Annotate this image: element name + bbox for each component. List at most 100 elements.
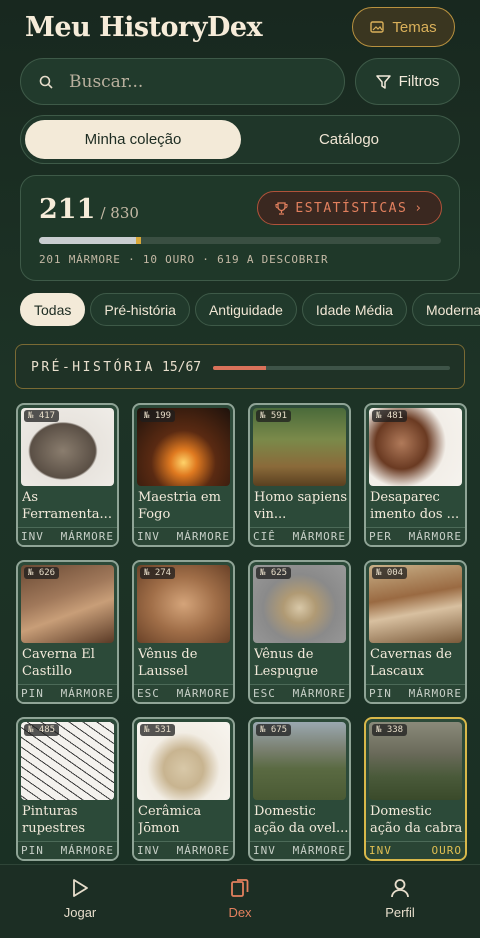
card-title: Vênus de Laussel [138,647,198,679]
card-tier: MÁRMORE [292,844,346,857]
card-footer: CIÊ MÁRMORE [250,527,349,545]
card-number: № 417 [24,410,60,422]
card-number: № 675 [256,724,292,736]
card-tier: MÁRMORE [60,687,114,700]
collection-card[interactable]: № 531 Cerâmica Jōmon INV MÁRMORE [132,717,235,861]
chip-prehistory[interactable]: Pré-história [90,293,190,326]
collection-card[interactable]: № 417 As Ferramenta... INV MÁRMORE [16,403,119,547]
collection-count: 211 / 830 [39,194,139,225]
chip-modern[interactable]: Moderna [411,293,480,326]
page-title: Meu HistoryDex [25,12,263,43]
card-category: INV [137,530,160,543]
collection-card[interactable]: № 625 Vênus de Lespugue ESC MÁRMORE [248,560,351,704]
card-title: Caverna El Castillo [22,647,95,679]
themes-button[interactable]: Temas [352,7,455,47]
card-tier: MÁRMORE [60,530,114,543]
card-number: № 485 [24,724,60,736]
nav-play[interactable]: Jogar [20,877,140,920]
card-tier: MÁRMORE [176,687,230,700]
card-footer: INV OURO [366,841,465,859]
nav-dex[interactable]: Dex [180,877,300,920]
collection-card[interactable]: № 481 Desaparec imento dos ... PER MÁRMORE [364,403,467,547]
card-tier: MÁRMORE [176,844,230,857]
card-title: Homo sapiens vin... [254,490,348,522]
card-footer: INV MÁRMORE [18,527,117,545]
filters-button[interactable]: Filtros [355,58,460,105]
card-category: INV [369,844,392,857]
card-footer: PIN MÁRMORE [18,684,117,702]
collection-card[interactable]: № 626 Caverna El Castillo PIN MÁRMORE [16,560,119,704]
collection-card[interactable]: № 675 Domestic ação da ovel... INV MÁRMORE [248,717,351,861]
card-tier: MÁRMORE [408,530,462,543]
card-category: PIN [21,844,44,857]
collected-count: 211 [39,194,96,225]
filters-button-label: Filtros [398,73,440,90]
card-footer: PER MÁRMORE [366,527,465,545]
era-count: 15/67 [162,360,202,375]
card-title: Domestic ação da ovel... [254,804,349,836]
card-footer: INV MÁRMORE [134,527,233,545]
nav-profile[interactable]: Perfil [340,877,460,920]
card-title: Cerâmica Jōmon [138,804,202,836]
play-icon [73,879,88,897]
card-number: № 531 [140,724,176,736]
card-tier: MÁRMORE [292,687,346,700]
card-category: INV [253,844,276,857]
collection-card[interactable]: № 485 Pinturas rupestres de... PIN MÁRMORE [16,717,119,861]
collection-progress-bar [39,237,441,244]
card-title: As Ferramenta... [22,490,112,522]
search-input[interactable] [69,71,344,92]
cards-icon [231,879,249,897]
era-filter-chips: Todas Pré-história Antiguidade Idade Média M… [20,293,480,327]
chip-all[interactable]: Todas [20,293,86,326]
card-title: Maestria em Fogo [138,490,221,522]
card-category: INV [137,844,160,857]
card-tier: MÁRMORE [408,687,462,700]
nav-play-label: Jogar [63,905,97,920]
search-bar[interactable] [20,58,345,105]
themes-button-label: Temas [392,18,437,36]
chevron-right-icon: › [414,200,424,216]
card-title: Pinturas rupestres de... [22,804,86,836]
statistics-button[interactable]: ESTATÍSTICAS › [257,191,442,225]
card-number: № 591 [256,410,292,422]
card-footer: INV MÁRMORE [134,841,233,859]
card-number: № 481 [372,410,408,422]
card-tier: MÁRMORE [292,530,346,543]
collection-stats-card: 211 / 830 ESTATÍSTICAS › 201 MÁRMORE · 1… [20,175,460,281]
card-number: № 004 [372,567,408,579]
collection-card[interactable]: № 274 Vênus de Laussel ESC MÁRMORE [132,560,235,704]
card-footer: ESC MÁRMORE [134,684,233,702]
card-footer: PIN MÁRMORE [18,841,117,859]
card-number: № 626 [24,567,60,579]
filter-icon [375,74,391,89]
card-category: PIN [21,687,44,700]
card-footer: PIN MÁRMORE [366,684,465,702]
nav-profile-label: Perfil [385,905,415,920]
collection-card[interactable]: № 199 Maestria em Fogo INV MÁRMORE [132,403,235,547]
collection-card[interactable]: № 338 Domestic ação da cabra INV OURO [364,717,467,861]
card-footer: ESC MÁRMORE [250,684,349,702]
chip-middle-ages[interactable]: Idade Média [301,293,407,326]
card-number: № 625 [256,567,292,579]
chip-antiquity[interactable]: Antiguidade [194,293,297,326]
card-tier: OURO [431,844,462,857]
nav-dex-label: Dex [228,905,252,920]
card-number: № 199 [140,410,176,422]
user-icon [391,879,409,898]
card-title: Vênus de Lespugue [254,647,319,679]
tab-my-collection[interactable]: Minha coleção [25,120,241,159]
era-section-header[interactable]: PRÉ-HISTÓRIA 15/67 [15,344,465,389]
era-name: PRÉ-HISTÓRIA [31,360,155,375]
collection-card[interactable]: № 004 Cavernas de Lascaux PIN MÁRMORE [364,560,467,704]
card-category: PIN [369,687,392,700]
gold-progress [136,237,142,244]
card-category: INV [21,530,44,543]
total-count: / 830 [100,204,139,222]
card-category: ESC [253,687,276,700]
bottom-nav: Jogar Dex Perfil [0,864,480,938]
card-number: № 274 [140,567,176,579]
tab-catalog[interactable]: Catálogo [241,120,457,159]
collection-card[interactable]: № 591 Homo sapiens vin... CIÊ MÁRMORE [248,403,351,547]
card-category: PER [369,530,392,543]
